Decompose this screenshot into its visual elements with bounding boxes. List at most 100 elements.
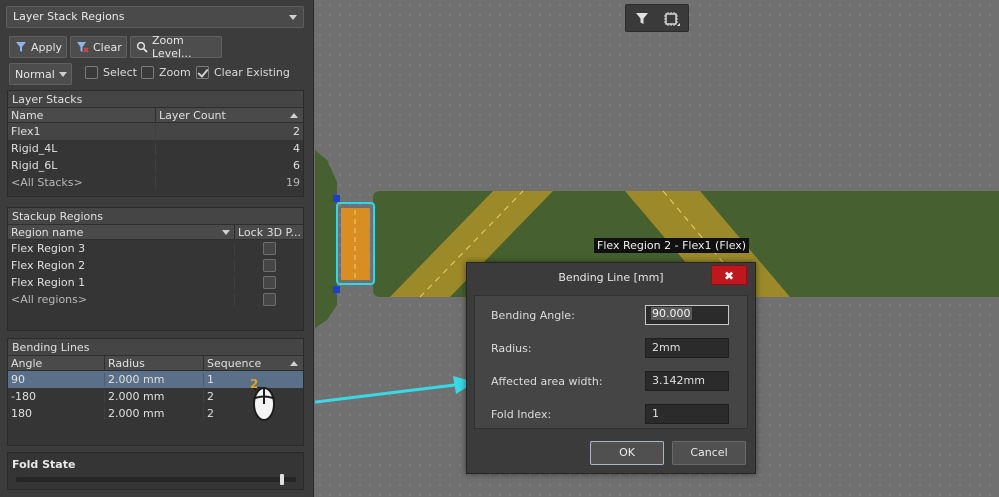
column-region-name-label: Region name — [11, 226, 84, 239]
selection-handle — [333, 195, 340, 202]
table-row[interactable]: <All Stacks> 19 — [8, 174, 303, 191]
selection-handle — [333, 286, 340, 293]
bending-lines-title: Bending Lines — [8, 339, 303, 355]
close-icon: ✖ — [723, 269, 735, 283]
table-row[interactable]: Flex1 2 — [8, 123, 303, 140]
selected-bend-region — [341, 208, 370, 280]
fold-index-input[interactable]: 1 — [645, 404, 729, 424]
bend-radius: 2.000 mm — [105, 373, 204, 386]
stack-name: Flex1 — [8, 125, 156, 138]
column-name[interactable]: Name — [8, 108, 156, 122]
column-region-name[interactable]: Region name — [8, 225, 235, 239]
bend-angle: 180 — [8, 407, 105, 420]
clear-existing-checkbox[interactable]: Clear Existing — [196, 66, 290, 79]
stack-layer-count: 6 — [293, 159, 300, 172]
fold-state-label: Fold State — [12, 458, 76, 471]
clear-existing-checkbox-box[interactable] — [196, 66, 209, 79]
column-lock-3d[interactable]: Lock 3D P... — [235, 225, 303, 239]
region-name: <All regions> — [8, 293, 235, 306]
chevron-down-icon — [58, 71, 67, 77]
clear-filter-icon — [77, 42, 89, 53]
bend-angle: -180 — [8, 390, 105, 403]
table-row[interactable]: Rigid_4L 4 — [8, 140, 303, 157]
affected-width-row: Affected area width: 3.142mm — [491, 370, 735, 392]
ok-button[interactable]: OK — [590, 441, 664, 465]
radius-input[interactable]: 2mm — [645, 338, 729, 358]
bend-radius: 2.000 mm — [105, 390, 204, 403]
zoom-checkbox-box[interactable] — [141, 66, 154, 79]
filter-mode-dropdown[interactable]: Normal — [9, 63, 72, 85]
bend-angle: 90 — [8, 373, 105, 386]
dialog-body: Bending Angle: 90.000 Radius: 2mm Affect… — [474, 295, 748, 429]
fold-state-section: Fold State — [7, 452, 304, 490]
rigid-board-edge — [315, 150, 337, 328]
zoom-level-label: Zoom Level... — [152, 34, 192, 60]
stack-layer-count: 19 — [286, 176, 300, 189]
table-row[interactable]: Flex Region 1 — [8, 274, 303, 291]
sort-ascending-icon — [290, 113, 298, 118]
svg-text:2: 2 — [250, 377, 258, 391]
fold-state-slider[interactable] — [16, 477, 296, 482]
affected-width-input[interactable]: 3.142mm — [645, 371, 729, 391]
filter-mode-value: Normal — [15, 67, 55, 81]
bending-angle-input[interactable]: 90.000 — [645, 305, 729, 325]
fold-index-label: Fold Index: — [491, 407, 552, 421]
radius-label: Radius: — [491, 341, 532, 355]
radius-row: Radius: 2mm — [491, 337, 735, 359]
column-layer-count[interactable]: Layer Count — [156, 108, 303, 122]
region-name: Flex Region 2 — [8, 259, 235, 272]
zoom-level-button[interactable]: Zoom Level... — [130, 34, 222, 60]
affected-width-label: Affected area width: — [491, 374, 603, 388]
stack-name: Rigid_4L — [8, 142, 156, 155]
cancel-button[interactable]: Cancel — [672, 441, 746, 465]
filter-icon[interactable] — [635, 12, 649, 25]
clear-label: Clear — [93, 40, 122, 54]
stack-name: Rigid_6L — [8, 159, 156, 172]
column-angle[interactable]: Angle — [8, 356, 105, 370]
layer-stacks-section: Layer Stacks Name Layer Count Flex1 2 Ri… — [7, 90, 304, 197]
table-row[interactable]: Flex Region 2 — [8, 257, 303, 274]
zoom-checkbox-label: Zoom — [159, 66, 191, 79]
zoom-checkbox[interactable]: Zoom — [141, 66, 191, 79]
lock-3d-checkbox[interactable] — [262, 259, 276, 272]
select-checkbox[interactable]: Select — [85, 66, 137, 79]
magnifier-icon — [136, 41, 148, 53]
sort-ascending-icon — [290, 361, 298, 366]
stackup-regions-title: Stackup Regions — [8, 208, 303, 224]
clear-button[interactable]: Clear — [70, 36, 127, 58]
table-row[interactable]: Flex Region 3 — [8, 240, 303, 257]
lock-3d-checkbox[interactable] — [262, 293, 276, 306]
double-click-mouse-icon: 2 — [250, 377, 275, 421]
layer-stacks-header: Name Layer Count — [8, 107, 303, 123]
canvas-toolbar — [625, 4, 689, 32]
select-checkbox-label: Select — [103, 66, 137, 79]
column-sequence[interactable]: Sequence — [204, 356, 303, 370]
bending-angle-row: Bending Angle: 90.000 — [491, 304, 735, 326]
sort-descending-icon — [222, 230, 230, 235]
stack-layer-count: 2 — [293, 125, 300, 138]
chip-select-icon[interactable] — [663, 11, 681, 27]
lock-3d-checkbox[interactable] — [262, 276, 276, 289]
apply-label: Apply — [31, 40, 63, 54]
table-row[interactable]: <All regions> — [8, 291, 303, 308]
region-name: Flex Region 3 — [8, 242, 235, 255]
bending-angle-value: 90.000 — [651, 307, 692, 320]
stackup-regions-header: Region name Lock 3D P... — [8, 224, 303, 240]
panel-mode-dropdown[interactable]: Layer Stack Regions — [6, 6, 304, 28]
chevron-down-icon — [289, 15, 297, 20]
stack-name: <All Stacks> — [8, 176, 156, 189]
bending-angle-label: Bending Angle: — [491, 308, 575, 322]
table-row[interactable]: Rigid_6L 6 — [8, 157, 303, 174]
column-radius[interactable]: Radius — [105, 356, 204, 370]
bending-lines-header: Angle Radius Sequence — [8, 355, 303, 371]
close-button[interactable]: ✖ — [711, 265, 747, 285]
clear-existing-checkbox-label: Clear Existing — [214, 66, 290, 79]
fold-state-slider-thumb[interactable] — [280, 474, 284, 485]
apply-button[interactable]: Apply — [9, 36, 67, 58]
region-name: Flex Region 1 — [8, 276, 235, 289]
stack-layer-count: 4 — [293, 142, 300, 155]
select-checkbox-box[interactable] — [85, 66, 98, 79]
bend-radius: 2.000 mm — [105, 407, 204, 420]
lock-3d-checkbox[interactable] — [262, 242, 276, 255]
fold-index-row: Fold Index: 1 — [491, 403, 735, 425]
